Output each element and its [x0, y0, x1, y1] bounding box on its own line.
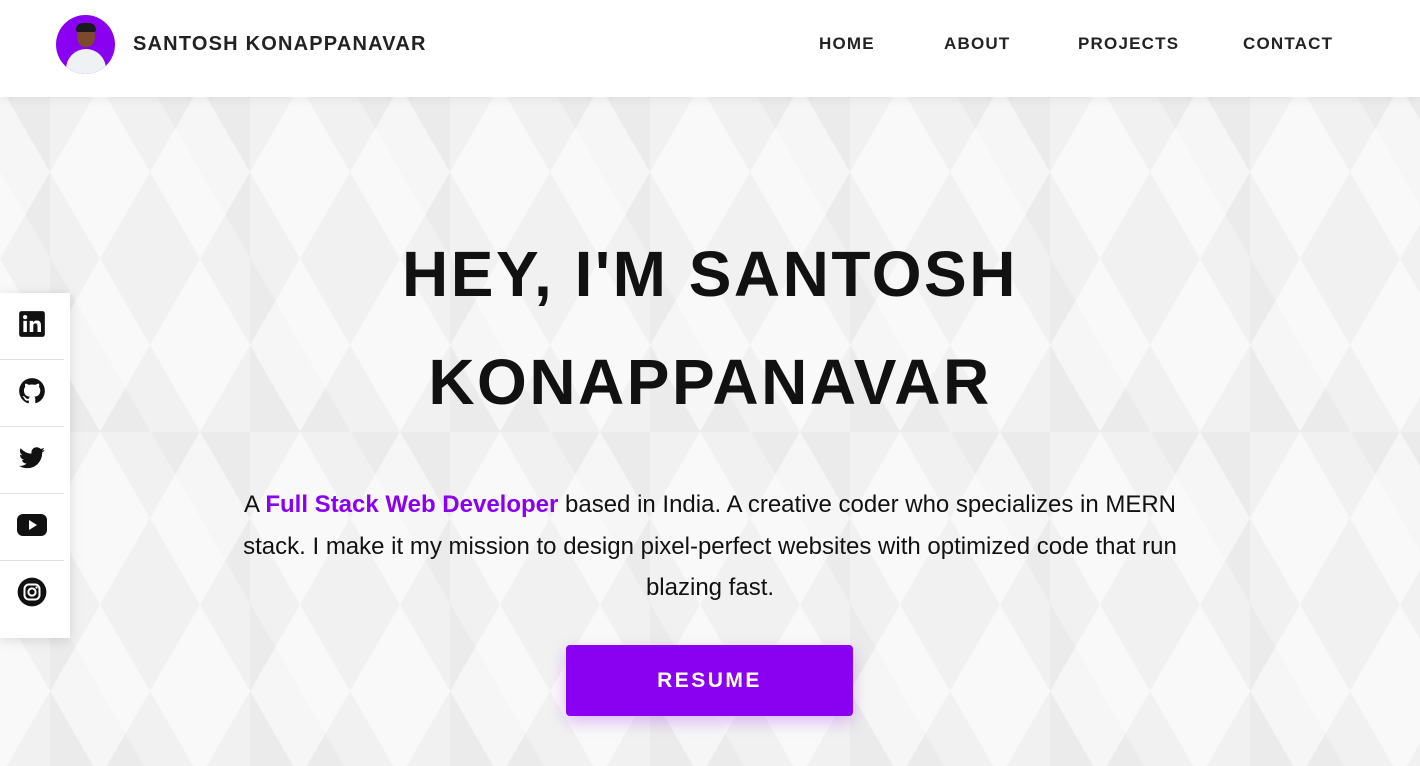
nav-home[interactable]: HOME: [819, 34, 875, 54]
nav-about[interactable]: ABOUT: [944, 34, 1010, 54]
nav-projects[interactable]: PROJECTS: [1078, 34, 1179, 54]
hero-title-line1: HEY, I'M SANTOSH: [402, 238, 1018, 310]
hero-description: A Full Stack Web Developer based in Indi…: [240, 484, 1180, 609]
hero-title-line2: KONAPPANAVAR: [428, 346, 992, 418]
hero-title: HEY, I'M SANTOSH KONAPPANAVAR: [0, 220, 1420, 436]
desc-highlight: Full Stack Web Developer: [265, 491, 559, 518]
site-header: SANTOSH KONAPPANAVAR HOME ABOUT PROJECTS…: [0, 0, 1420, 97]
nav-contact[interactable]: CONTACT: [1243, 34, 1333, 54]
desc-prefix: A: [244, 491, 266, 518]
main-nav: HOME ABOUT PROJECTS CONTACT: [0, 34, 1420, 58]
resume-button[interactable]: RESUME: [566, 645, 853, 716]
hero-section: HEY, I'M SANTOSH KONAPPANAVAR A Full Sta…: [0, 220, 1420, 609]
